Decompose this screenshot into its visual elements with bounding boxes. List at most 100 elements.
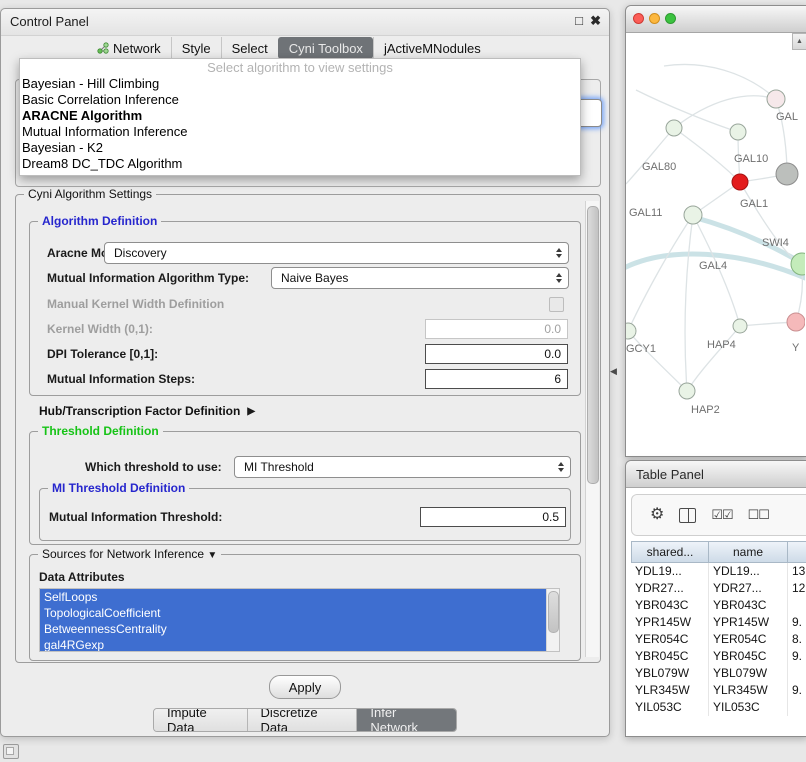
list-item-betweennesscentrality[interactable]: BetweennessCentrality: [40, 621, 547, 637]
node-label: GAL80: [642, 161, 676, 173]
zoom-traffic-light[interactable]: [665, 13, 676, 24]
mi-type-combobox[interactable]: Naive Bayes: [271, 267, 569, 289]
splitter-handle-icon[interactable]: ◀: [610, 366, 617, 377]
column-header-name[interactable]: name: [709, 541, 788, 563]
cell-shared-name: YDL19...: [631, 563, 709, 580]
column-header-clipped[interactable]: [788, 541, 806, 563]
cell-value: 9.: [788, 682, 806, 699]
tab-network[interactable]: Network: [87, 37, 171, 59]
restore-panel-icon[interactable]: [3, 744, 19, 759]
node-highlighted-red[interactable]: [732, 174, 748, 190]
cell-shared-name: YBL079W: [631, 665, 709, 682]
settings-scrollbar[interactable]: [585, 201, 599, 657]
node-gray[interactable]: [776, 163, 798, 185]
node[interactable]: [730, 124, 746, 140]
mi-steps-input[interactable]: 6: [425, 369, 568, 389]
cell-name: YBL079W: [709, 665, 788, 682]
which-threshold-combobox[interactable]: MI Threshold: [234, 456, 571, 478]
tab-jactivemnodules[interactable]: jActiveMNodules: [373, 37, 491, 59]
list-item-topologicalcoefficient[interactable]: TopologicalCoefficient: [40, 605, 547, 621]
mi-steps-label: Mutual Information Steps:: [47, 372, 195, 386]
cell-value: [788, 699, 806, 716]
hub-definition-disclosure[interactable]: Hub/Transcription Factor Definition ▶: [39, 404, 255, 418]
menu-item-aracne[interactable]: ARACNE Algorithm: [20, 108, 580, 124]
tab-discretize-data[interactable]: Discretize Data: [247, 709, 357, 731]
node[interactable]: [626, 323, 636, 339]
dpi-tolerance-input[interactable]: 0.0: [425, 344, 568, 364]
table-row[interactable]: YBR043C YBR043C: [631, 597, 806, 614]
node[interactable]: [679, 383, 695, 399]
table-header: shared... name: [631, 541, 806, 563]
list-item-gal4rgexp[interactable]: gal4RGexp: [40, 637, 547, 652]
combo-arrows-icon: [558, 462, 564, 472]
attributes-scrollbar-thumb[interactable]: [548, 591, 559, 633]
cell-value: 12: [788, 580, 806, 597]
tab-infer-network[interactable]: Infer Network: [356, 709, 456, 731]
combo-arrows-icon: [556, 273, 562, 283]
node[interactable]: [684, 206, 702, 224]
cell-shared-name: YIL053C: [631, 699, 709, 716]
mi-threshold-input[interactable]: 0.5: [420, 507, 566, 527]
tab-cyni-toolbox[interactable]: Cyni Toolbox: [278, 37, 373, 59]
manual-kernel-checkbox[interactable]: [549, 297, 564, 312]
deselect-all-rows-icon[interactable]: ☐☐: [748, 507, 769, 523]
cell-name: YBR043C: [709, 597, 788, 614]
menu-item-bayesian-k2[interactable]: Bayesian - K2: [20, 140, 580, 156]
tab-select[interactable]: Select: [221, 37, 278, 59]
threshold-definition-title: Threshold Definition: [38, 424, 163, 438]
list-item-selfloops[interactable]: SelfLoops: [40, 589, 547, 605]
bottom-tabbar: Impute Data Discretize Data Infer Networ…: [153, 708, 457, 732]
kernel-width-input[interactable]: 0.0: [425, 319, 568, 339]
aracne-mode-combobox[interactable]: Discovery: [104, 242, 569, 264]
column-header-shared-name[interactable]: shared...: [631, 541, 709, 563]
network-view-window: ▲: [625, 5, 806, 457]
menu-item-bayesian-hill-climbing[interactable]: Bayesian - Hill Climbing: [20, 76, 580, 92]
menu-item-basic-correlation[interactable]: Basic Correlation Inference: [20, 92, 580, 108]
cell-shared-name: YER054C: [631, 631, 709, 648]
apply-button[interactable]: Apply: [269, 675, 341, 699]
table-row[interactable]: YIL053C YIL053C: [631, 699, 806, 716]
columns-icon[interactable]: [679, 508, 696, 523]
minimize-traffic-light[interactable]: [649, 13, 660, 24]
mi-type-value: Naive Bayes: [281, 271, 348, 285]
table-row[interactable]: YPR145W YPR145W 9.: [631, 614, 806, 631]
menu-item-dream8[interactable]: Dream8 DC_TDC Algorithm: [20, 156, 580, 172]
network-window-titlebar[interactable]: [626, 6, 806, 33]
kernel-width-value: 0.0: [544, 322, 561, 336]
node-pink[interactable]: [787, 313, 805, 331]
settings-scrollbar-thumb[interactable]: [587, 206, 599, 484]
select-all-rows-icon[interactable]: ☑☑: [711, 507, 732, 523]
table-row[interactable]: YBL079W YBL079W: [631, 665, 806, 682]
table-row[interactable]: YDL19... YDL19... 13: [631, 563, 806, 580]
tab-style[interactable]: Style: [171, 37, 221, 59]
table-row[interactable]: YDR27... YDR27... 12: [631, 580, 806, 597]
node[interactable]: [733, 319, 747, 333]
attributes-scrollbar[interactable]: [546, 589, 559, 651]
cell-name: YLR345W: [709, 682, 788, 699]
table-row[interactable]: YER054C YER054C 8.: [631, 631, 806, 648]
close-window-icon[interactable]: ✖: [590, 13, 601, 29]
close-traffic-light[interactable]: [633, 13, 644, 24]
cell-name: YIL053C: [709, 699, 788, 716]
control-panel-titlebar[interactable]: Control Panel □ ✖: [1, 9, 609, 36]
menu-item-mutual-information[interactable]: Mutual Information Inference: [20, 124, 580, 140]
table-row[interactable]: YBR045C YBR045C 9.: [631, 648, 806, 665]
manual-kernel-label: Manual Kernel Width Definition: [47, 297, 224, 311]
table-row[interactable]: YLR345W YLR345W 9.: [631, 682, 806, 699]
tab-impute-data[interactable]: Impute Data: [154, 709, 247, 731]
collapsed-arrow-icon[interactable]: ▶: [247, 406, 255, 417]
data-attributes-label: Data Attributes: [39, 570, 125, 584]
table-panel-window: Table Panel ⚙ ☑☑ ☐☐ shared... name YDL19…: [625, 460, 806, 737]
float-window-icon[interactable]: □: [575, 13, 583, 28]
data-attributes-list[interactable]: SelfLoops TopologicalCoefficient Between…: [39, 588, 560, 652]
cell-value: [788, 597, 806, 614]
table-panel-titlebar[interactable]: Table Panel: [626, 461, 806, 488]
node[interactable]: [666, 120, 682, 136]
expanded-arrow-icon[interactable]: ▼: [207, 550, 217, 561]
mi-threshold-value: 0.5: [542, 510, 559, 524]
cell-shared-name: YDR27...: [631, 580, 709, 597]
network-canvas[interactable]: GAL GAL80 GAL10 GAL11 GAL1 SWI4 GAL4 GCY…: [626, 32, 805, 456]
node[interactable]: [767, 90, 785, 108]
gear-icon[interactable]: ⚙: [650, 507, 664, 523]
cell-name: YBR045C: [709, 648, 788, 665]
